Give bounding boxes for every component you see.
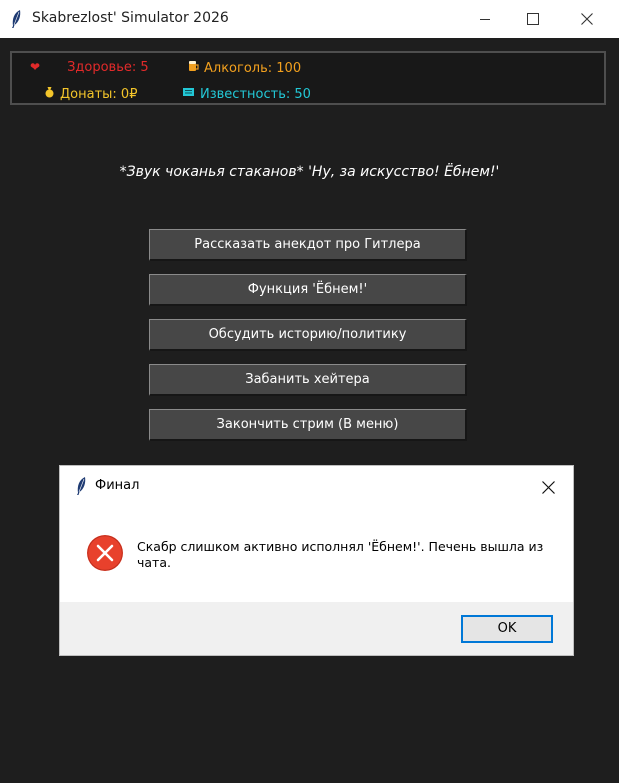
feather-icon xyxy=(77,477,86,495)
discuss-history-button[interactable]: Обсудить историю/политику xyxy=(149,319,467,351)
donations-stat: Донаты: 0₽ xyxy=(44,86,137,102)
close-icon xyxy=(581,13,593,25)
dialog-title: Финал xyxy=(95,478,140,493)
end-stream-button[interactable]: Закончить стрим (В меню) xyxy=(149,409,467,441)
fame-label: Известность: 50 xyxy=(200,87,311,102)
hitler-joke-button[interactable]: Рассказать анекдот про Гитлера xyxy=(149,229,467,261)
yobnem-button[interactable]: Функция 'Ёбнем!' xyxy=(149,274,467,306)
window-title: Skabrezlost' Simulator 2026 xyxy=(32,10,229,26)
error-icon xyxy=(87,535,123,571)
dialog-close-button[interactable] xyxy=(525,470,571,504)
alcohol-label: Алкоголь: 100 xyxy=(204,61,302,76)
ok-button[interactable]: OK xyxy=(461,615,553,643)
scroll-icon xyxy=(182,86,195,101)
close-icon xyxy=(541,480,555,494)
maximize-icon xyxy=(527,13,539,25)
fame-stat: Известность: 50 xyxy=(182,86,311,102)
donations-label: Донаты: 0₽ xyxy=(60,87,138,102)
feather-icon xyxy=(12,10,21,28)
event-message: *Звук чоканья стаканов* 'Ну, за искусств… xyxy=(119,164,500,180)
money-bag-icon xyxy=(44,86,55,101)
maximize-button[interactable] xyxy=(510,0,556,38)
close-button[interactable] xyxy=(564,0,610,38)
health-stat: ❤ Здоровье: 5 xyxy=(30,60,149,75)
alcohol-stat: Алкоголь: 100 xyxy=(188,60,301,76)
stats-panel: ❤ Здоровье: 5 Алкоголь: 100 Донаты: 0₽ Из… xyxy=(10,51,606,105)
heart-icon: ❤ xyxy=(30,60,41,74)
minimize-button[interactable] xyxy=(462,0,508,38)
ban-hater-button[interactable]: Забанить хейтера xyxy=(149,364,467,396)
dialog-message: Скабр слишком активно исполнял 'Ёбнем!'.… xyxy=(137,539,544,570)
final-dialog: Финал Скабр слишком активно исполнял 'Ёб… xyxy=(60,466,573,655)
minimize-icon xyxy=(480,19,490,20)
dialog-footer: OK xyxy=(60,602,573,655)
beer-icon xyxy=(188,60,199,75)
window-titlebar: Skabrezlost' Simulator 2026 xyxy=(0,0,619,38)
health-label: Здоровье: 5 xyxy=(67,60,149,75)
